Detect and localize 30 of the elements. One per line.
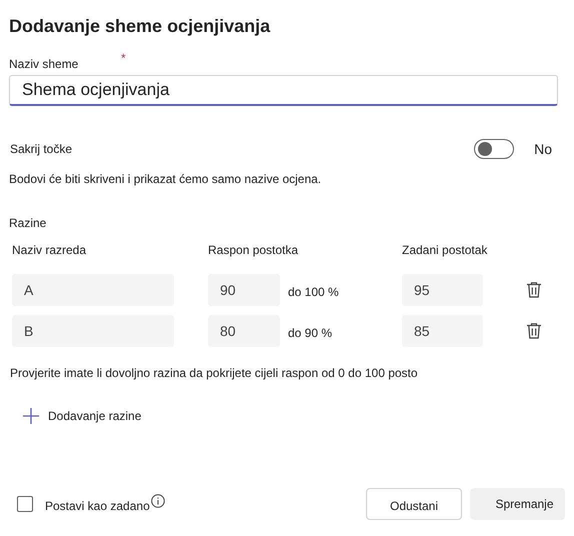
info-icon[interactable]	[150, 494, 165, 508]
toggle-switch[interactable]	[474, 139, 514, 159]
column-header: Zadani postotak	[402, 242, 488, 257]
scheme-name-field[interactable]: Shema ocjenjivanja	[9, 75, 558, 106]
default-percent-field[interactable]: 95	[402, 274, 483, 306]
plus-icon	[23, 408, 39, 424]
range-to-text: do 100 %	[288, 284, 340, 301]
dialog-title: Dodavanje sheme ocjenjivanja	[9, 15, 272, 38]
grade-name-field[interactable]: A	[12, 274, 174, 306]
grade-name-field[interactable]: B	[12, 315, 174, 347]
checkbox[interactable]	[17, 496, 33, 512]
toggle-state: No	[534, 140, 552, 158]
add-level-button[interactable]: Dodavanje razine	[23, 406, 142, 426]
range-to-text: do 90 %	[288, 325, 334, 342]
required-mark: *	[121, 50, 126, 67]
range-from-field[interactable]: 90	[208, 274, 280, 306]
toggle-label: Sakrij točke	[9, 141, 74, 158]
range-from-field[interactable]: 80	[208, 315, 280, 347]
column-header: Raspon postotka	[208, 242, 300, 257]
column-header: Naziv razreda	[12, 242, 88, 257]
field-label: Naziv sheme	[9, 56, 80, 72]
delete-icon[interactable]	[525, 321, 543, 341]
section-title: Razine	[9, 215, 48, 230]
hint-text: Provjerite imate li dovoljno razina da pokrijete cijeli raspon od 0 do 100 posto	[9, 365, 419, 380]
default-percent-field[interactable]: 85	[402, 315, 483, 347]
save-button[interactable]: Spremanje	[470, 488, 565, 520]
checkbox-label: Postavi kao zadano	[45, 498, 150, 515]
description-text: Bodovi će biti skriveni i prikazat ćemo samo nazive ocjena.	[9, 171, 322, 186]
cancel-button[interactable]: Odustani	[366, 488, 462, 520]
delete-icon[interactable]	[525, 280, 543, 300]
